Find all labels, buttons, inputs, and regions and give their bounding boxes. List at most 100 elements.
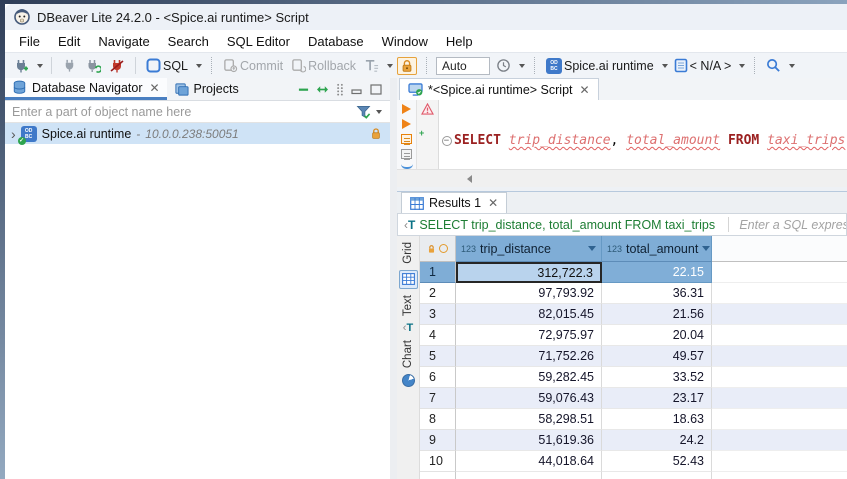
- cell-trip-distance[interactable]: 71,752.26: [456, 346, 602, 367]
- tab-text-label[interactable]: Text: [402, 295, 414, 316]
- reconnect-button[interactable]: [83, 56, 103, 76]
- row-number[interactable]: 10: [420, 451, 456, 472]
- minimize-box-icon[interactable]: [351, 84, 363, 95]
- cell-trip-distance[interactable]: 59,076.43: [456, 388, 602, 409]
- sql-editor-button[interactable]: SQL: [144, 56, 190, 75]
- sort-desc-icon[interactable]: [588, 246, 596, 251]
- results-filter-bar[interactable]: ‹T SELECT trip_distance, total_amount FR…: [397, 213, 847, 236]
- chart-presentation-button[interactable]: [402, 374, 415, 387]
- commit-mode-combo[interactable]: Auto: [436, 57, 490, 75]
- cell-total-amount[interactable]: 33.52: [602, 367, 712, 388]
- search-dropdown[interactable]: [789, 64, 795, 68]
- cell-total-amount[interactable]: 49.57: [602, 346, 712, 367]
- table-row[interactable]: 3 82,015.45 21.56: [420, 304, 847, 325]
- table-row[interactable]: 5 71,752.26 49.57: [420, 346, 847, 367]
- table-row[interactable]: 7 59,076.43 23.17: [420, 388, 847, 409]
- cell-trip-distance[interactable]: 82,015.45: [456, 304, 602, 325]
- cell-trip-distance[interactable]: 51,619.36: [456, 430, 602, 451]
- execute-script-icon[interactable]: [401, 134, 412, 144]
- table-row[interactable]: 2 97,793.92 36.31: [420, 283, 847, 304]
- transaction-dropdown[interactable]: [387, 64, 393, 68]
- menu-search[interactable]: Search: [159, 32, 218, 51]
- table-row[interactable]: 1 312,722.3 22.15: [420, 262, 847, 283]
- disconnect-button[interactable]: [107, 56, 127, 76]
- transaction-history-dropdown[interactable]: [519, 64, 525, 68]
- cell-trip-distance[interactable]: 97,793.92: [456, 283, 602, 304]
- menu-window[interactable]: Window: [373, 32, 437, 51]
- schema-dropdown[interactable]: [739, 64, 745, 68]
- close-icon[interactable]: ✕: [580, 85, 590, 95]
- cell-trip-distance[interactable]: 44,018.64: [456, 451, 602, 472]
- commit-button[interactable]: Commit: [221, 56, 285, 75]
- close-icon[interactable]: ✕: [149, 83, 159, 93]
- execute-statement-button[interactable]: [402, 104, 411, 114]
- row-number[interactable]: 4: [420, 325, 456, 346]
- cell-total-amount[interactable]: 21.56: [602, 304, 712, 325]
- tab-sql-script[interactable]: *<Spice.ai runtime> Script ✕: [399, 78, 599, 100]
- script-log-icon[interactable]: [401, 149, 412, 159]
- menu-navigate[interactable]: Navigate: [89, 32, 158, 51]
- cell-total-amount[interactable]: 20.04: [602, 325, 712, 346]
- sql-editor-dropdown[interactable]: [196, 64, 202, 68]
- filter-funnel-icon[interactable]: [356, 105, 371, 119]
- menu-help[interactable]: Help: [437, 32, 482, 51]
- transaction-history-button[interactable]: [494, 56, 513, 75]
- row-number[interactable]: 5: [420, 346, 456, 367]
- minimize-view-icon[interactable]: [298, 84, 309, 95]
- cell-total-amount[interactable]: 23.17: [602, 388, 712, 409]
- table-row[interactable]: 10 44,018.64 52.43: [420, 451, 847, 472]
- filter-dropdown[interactable]: [376, 110, 382, 114]
- rollback-button[interactable]: Rollback: [289, 56, 358, 75]
- expander-icon[interactable]: ›: [11, 128, 16, 140]
- connection-lock-toggle[interactable]: [397, 57, 417, 75]
- table-row[interactable]: 4 72,975.97 20.04: [420, 325, 847, 346]
- code-area[interactable]: − SELECT trip_distance, total_amount FRO…: [439, 100, 847, 169]
- cell-total-amount[interactable]: 24.2: [602, 430, 712, 451]
- object-filter-input[interactable]: [5, 102, 356, 122]
- column-header-total-amount[interactable]: 123 total_amount: [602, 236, 712, 262]
- connection-dropdown[interactable]: [662, 64, 668, 68]
- tab-results-1[interactable]: Results 1 ✕: [401, 192, 507, 213]
- tab-projects[interactable]: Projects: [167, 78, 246, 100]
- text-presentation-button[interactable]: ‹T: [403, 322, 413, 334]
- maximize-box-icon[interactable]: [370, 84, 382, 95]
- menu-database[interactable]: Database: [299, 32, 373, 51]
- grid-corner-cell[interactable]: [420, 236, 456, 262]
- tab-grid-label[interactable]: Grid: [402, 242, 414, 264]
- row-number[interactable]: 3: [420, 304, 456, 325]
- tab-chart-label[interactable]: Chart: [402, 340, 414, 368]
- sort-desc-icon[interactable]: [702, 246, 710, 251]
- panel-sash[interactable]: [390, 78, 397, 479]
- new-connection-button[interactable]: [11, 56, 31, 76]
- cell-total-amount[interactable]: 18.63: [602, 409, 712, 430]
- table-row[interactable]: 6 59,282.45 33.52: [420, 367, 847, 388]
- row-number[interactable]: 1: [420, 262, 456, 283]
- search-button[interactable]: [764, 56, 783, 75]
- close-icon[interactable]: ✕: [488, 198, 498, 208]
- menu-file[interactable]: File: [10, 32, 49, 51]
- connect-button[interactable]: [60, 56, 79, 75]
- cell-total-amount[interactable]: 52.43: [602, 451, 712, 472]
- tab-database-navigator[interactable]: Database Navigator ✕: [5, 78, 167, 100]
- fold-collapse-icon[interactable]: −: [442, 136, 452, 146]
- row-number[interactable]: 8: [420, 409, 456, 430]
- new-connection-dropdown[interactable]: [37, 64, 43, 68]
- scroll-left-arrow[interactable]: [467, 175, 472, 183]
- menu-sql-editor[interactable]: SQL Editor: [218, 32, 299, 51]
- active-connection-selector[interactable]: ODBC Spice.ai runtime: [544, 56, 656, 76]
- cell-trip-distance[interactable]: 59,282.45: [456, 367, 602, 388]
- cell-trip-distance[interactable]: 58,298.51: [456, 409, 602, 430]
- transaction-log-button[interactable]: [362, 56, 381, 75]
- column-header-trip-distance[interactable]: 123 trip_distance: [456, 236, 602, 262]
- restore-view-icon[interactable]: [316, 84, 329, 95]
- active-schema-selector[interactable]: < N/A >: [672, 56, 734, 75]
- row-number[interactable]: 6: [420, 367, 456, 388]
- connection-tree-item[interactable]: › ODBC✓ Spice.ai runtime - 10.0.0.238:50…: [5, 123, 390, 144]
- cell-trip-distance[interactable]: 72,975.97: [456, 325, 602, 346]
- table-row[interactable]: 8 58,298.51 18.63: [420, 409, 847, 430]
- row-number[interactable]: 2: [420, 283, 456, 304]
- row-number[interactable]: 7: [420, 388, 456, 409]
- cell-trip-distance[interactable]: 312,722.3: [456, 262, 602, 283]
- editor-horizontal-scrollbar[interactable]: [397, 169, 847, 187]
- view-menu-dots-icon[interactable]: [336, 83, 344, 96]
